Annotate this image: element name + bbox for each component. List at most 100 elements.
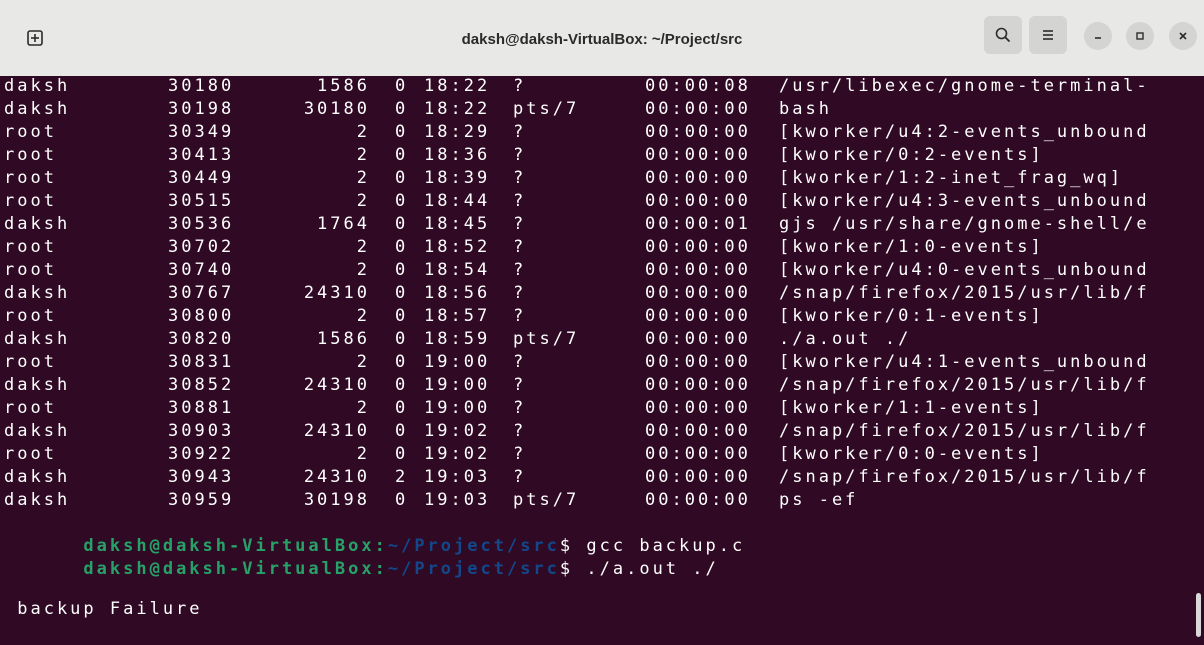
ppid-cell: 2: [356, 306, 370, 326]
tty-cell: ?: [513, 145, 527, 165]
prompt-line: daksh@daksh-VirtualBox:~/Project/src$ gc…: [4, 512, 745, 556]
pid-cell: 30536: [168, 214, 235, 234]
uid-cell: daksh: [4, 421, 71, 441]
title-bar: daksh@daksh-VirtualBox: ~/Project/src: [0, 0, 1204, 77]
pid-cell: 30702: [168, 237, 235, 257]
pid-cell: 30180: [168, 76, 235, 96]
prompt-path: ~/Project/src: [387, 559, 560, 579]
scrollbar-thumb[interactable]: [1196, 593, 1201, 637]
cmd-cell: gjs /usr/share/gnome-shell/e: [779, 214, 1150, 234]
stime-cell: 18:39: [424, 168, 491, 188]
c-cell: 0: [395, 283, 409, 303]
close-icon: [1179, 32, 1187, 40]
uid-cell: daksh: [4, 490, 71, 510]
pid-cell: 30881: [168, 398, 235, 418]
stime-cell: 19:02: [424, 444, 491, 464]
c-cell: 0: [395, 76, 409, 96]
uid-cell: root: [4, 260, 57, 280]
stime-cell: 18:56: [424, 283, 491, 303]
time-cell: 00:00:00: [645, 99, 751, 119]
tty-cell: ?: [513, 76, 527, 96]
uid-cell: root: [4, 237, 57, 257]
menu-button[interactable]: [1029, 16, 1067, 54]
stime-cell: 18:22: [424, 99, 491, 119]
active-prompt-line[interactable]: daksh@daksh-VirtualBox:~/Project/src$: [4, 621, 573, 644]
time-cell: 00:00:00: [645, 168, 751, 188]
c-cell: 0: [395, 168, 409, 188]
ppid-cell: 1586: [317, 329, 370, 349]
cmd-cell: [kworker/u4:2-events_unbound: [779, 122, 1150, 142]
time-cell: 00:00:00: [645, 352, 751, 372]
stime-cell: 18:44: [424, 191, 491, 211]
stime-cell: 18:45: [424, 214, 491, 234]
stime-cell: 18:54: [424, 260, 491, 280]
tty-cell: ?: [513, 237, 527, 257]
process-row: daksh 30198 30180 0 18:22 pts/7 00:00:00…: [0, 98, 1204, 121]
tty-cell: ?: [513, 375, 527, 395]
pid-cell: 30959: [168, 490, 235, 510]
c-cell: 0: [395, 237, 409, 257]
tty-cell: pts/7: [513, 329, 580, 349]
c-cell: 0: [395, 490, 409, 510]
pid-cell: 30515: [168, 191, 235, 211]
ppid-cell: 2: [356, 398, 370, 418]
prompt-line: daksh@daksh-VirtualBox:~/Project/src$ ./…: [4, 535, 719, 579]
uid-cell: daksh: [4, 375, 71, 395]
c-cell: 0: [395, 191, 409, 211]
cmd-cell: [kworker/1:1-events]: [779, 398, 1044, 418]
ppid-cell: 2: [356, 122, 370, 142]
pid-cell: 30413: [168, 145, 235, 165]
cmd-cell: [kworker/u4:1-events_unbound: [779, 352, 1150, 372]
uid-cell: root: [4, 444, 57, 464]
process-row: root 30922 2 0 19:02 ? 00:00:00 [kworker…: [0, 443, 1204, 466]
process-row: root 30449 2 0 18:39 ? 00:00:00 [kworker…: [0, 167, 1204, 190]
stime-cell: 18:36: [424, 145, 491, 165]
c-cell: 0: [395, 421, 409, 441]
c-cell: 0: [395, 260, 409, 280]
pid-cell: 30903: [168, 421, 235, 441]
cmd-cell: [kworker/1:0-events]: [779, 237, 1044, 257]
uid-cell: daksh: [4, 283, 71, 303]
cmd-cell: ps -ef: [779, 490, 859, 510]
terminal-content[interactable]: daksh 30180 1586 0 18:22 ? 00:00:08 /usr…: [0, 76, 1204, 645]
stime-cell: 18:22: [424, 76, 491, 96]
cmd-cell: ./a.out ./: [779, 329, 912, 349]
close-button[interactable]: [1169, 22, 1197, 50]
ppid-cell: 2: [356, 145, 370, 165]
uid-cell: daksh: [4, 214, 71, 234]
uid-cell: daksh: [4, 76, 71, 96]
tty-cell: ?: [513, 168, 527, 188]
process-row: root 30740 2 0 18:54 ? 00:00:00 [kworker…: [0, 259, 1204, 282]
uid-cell: root: [4, 145, 57, 165]
ppid-cell: 2: [356, 237, 370, 257]
time-cell: 00:00:00: [645, 191, 751, 211]
ppid-cell: 2: [356, 191, 370, 211]
tty-cell: ?: [513, 122, 527, 142]
maximize-icon: [1136, 32, 1144, 40]
search-button[interactable]: [984, 16, 1022, 54]
terminal-window: daksh@daksh-VirtualBox: ~/Project/src da…: [0, 0, 1204, 645]
time-cell: 00:00:00: [645, 444, 751, 464]
stime-cell: 19:00: [424, 398, 491, 418]
tty-cell: ?: [513, 283, 527, 303]
stime-cell: 19:00: [424, 352, 491, 372]
process-row: root 30515 2 0 18:44 ? 00:00:00 [kworker…: [0, 190, 1204, 213]
search-icon: [995, 27, 1011, 43]
tty-cell: pts/7: [513, 490, 580, 510]
c-cell: 0: [395, 352, 409, 372]
uid-cell: root: [4, 352, 57, 372]
time-cell: 00:00:00: [645, 283, 751, 303]
cmd-cell: [kworker/0:2-events]: [779, 145, 1044, 165]
cmd-cell: /snap/firefox/2015/usr/lib/f: [779, 421, 1150, 441]
cmd-cell: [kworker/u4:3-events_unbound: [779, 191, 1150, 211]
process-row: root 30831 2 0 19:00 ? 00:00:00 [kworker…: [0, 351, 1204, 374]
maximize-button[interactable]: [1126, 22, 1154, 50]
c-cell: 0: [395, 306, 409, 326]
minimize-button[interactable]: [1084, 22, 1112, 50]
command-text: ./a.out ./: [573, 559, 719, 579]
process-row: daksh 30767 24310 0 18:56 ? 00:00:00 /sn…: [0, 282, 1204, 305]
pid-cell: 30922: [168, 444, 235, 464]
stime-cell: 18:29: [424, 122, 491, 142]
time-cell: 00:00:00: [645, 145, 751, 165]
ppid-cell: 24310: [303, 283, 370, 303]
